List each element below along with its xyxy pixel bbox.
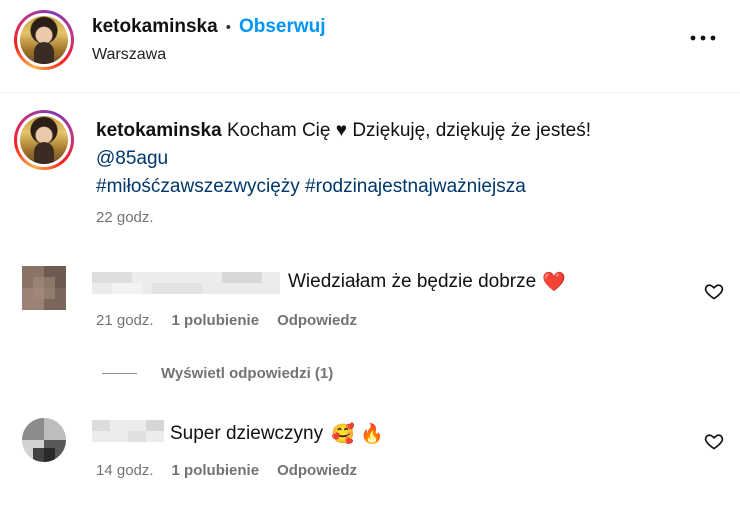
comment-time[interactable]: 14 godz. — [96, 462, 154, 479]
caption-hashtags[interactable]: #miłośćzawszezwycięży #rodzinajestnajważ… — [96, 173, 716, 201]
caption-avatar-image — [20, 116, 68, 164]
location-label[interactable]: Warszawa — [92, 46, 166, 64]
caption-time[interactable]: 22 godz. — [96, 209, 716, 226]
avatar-image — [20, 16, 68, 64]
follow-button[interactable]: Obserwuj — [239, 16, 326, 38]
view-replies-row[interactable]: Wyświetl odpowiedzi (1) — [102, 365, 333, 382]
more-horizontal-icon — [690, 35, 716, 41]
separator-dot: • — [225, 18, 231, 36]
pixelated-name — [92, 420, 164, 442]
header-row: ketokaminska • Obserwuj — [92, 16, 326, 38]
comment-likes[interactable]: 1 polubienie — [172, 312, 260, 329]
caption-mention[interactable]: @85agu — [96, 145, 716, 173]
comment-avatar[interactable] — [22, 266, 66, 310]
comment-text: Super dziewczyny — [170, 423, 324, 444]
caption-heart: ♥ — [335, 120, 348, 141]
reply-button[interactable]: Odpowiedz — [277, 312, 357, 329]
caption-block: ketokaminska Kocham Cię ♥ Dziękuję, dzię… — [96, 117, 716, 226]
replies-divider — [102, 373, 137, 374]
more-options-button[interactable] — [690, 30, 716, 48]
reply-button[interactable]: Odpowiedz — [277, 462, 357, 479]
caption-avatar[interactable] — [14, 110, 74, 170]
comment-text: Wiedziałam że będzie dobrze — [288, 271, 537, 292]
view-replies-button[interactable]: Wyświetl odpowiedzi (1) — [161, 365, 333, 382]
comment-meta: 14 godz. 1 polubienie Odpowiedz — [96, 462, 357, 479]
red-heart-emoji: ❤️ — [542, 272, 566, 293]
caption-line-1: ketokaminska Kocham Cię ♥ Dziękuję, dzię… — [96, 117, 716, 145]
profile-avatar[interactable] — [14, 10, 74, 70]
comment-body: Wiedziałam że będzie dobrze ❤️ — [288, 270, 566, 294]
header-divider — [0, 92, 740, 93]
header-username[interactable]: ketokaminska — [92, 16, 218, 38]
comment-meta: 21 godz. 1 polubienie Odpowiedz — [96, 312, 357, 329]
like-comment-button[interactable] — [704, 281, 724, 306]
comment-avatar[interactable] — [22, 418, 66, 462]
caption-text-after: Dziękuję, dziękuję że jesteś! — [352, 120, 591, 141]
caption-username[interactable]: ketokaminska — [96, 120, 222, 141]
pixelated-avatar-image — [22, 418, 66, 462]
heart-outline-icon — [704, 434, 724, 450]
comment-username-obscured[interactable] — [92, 420, 164, 442]
caption-text: Kocham Cię — [226, 120, 331, 141]
comment-likes[interactable]: 1 polubienie — [172, 462, 260, 479]
comment-username-obscured[interactable] — [92, 272, 280, 294]
comment-body: Super dziewczyny 🥰 🔥 — [170, 422, 384, 446]
pixelated-name — [92, 272, 280, 294]
like-comment-button[interactable] — [704, 431, 724, 456]
heart-outline-icon — [704, 284, 724, 300]
comment-time[interactable]: 21 godz. — [96, 312, 154, 329]
emoji-group: 🥰 🔥 — [331, 424, 384, 445]
pixelated-avatar-image — [22, 266, 66, 310]
